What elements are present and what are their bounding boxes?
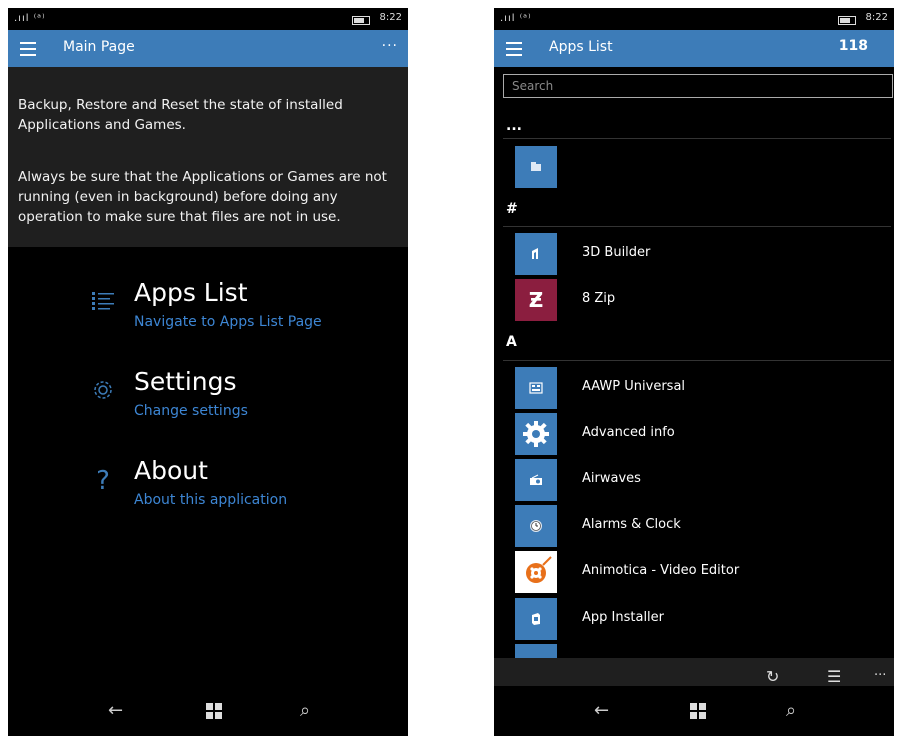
list-item[interactable]: Animotica - Video Editor [515,551,885,593]
windows-icon[interactable] [206,703,222,719]
divider [503,360,891,361]
app-name: 8 Zip [582,291,616,306]
page-title: Main Page [63,39,135,55]
main-page-screen: .ııl ⁽ᵃ⁾ 8:22 Main Page ··· Backup, Rest… [8,8,408,736]
status-bar: .ııl ⁽ᵃ⁾ 8:22 [8,8,408,30]
battery-icon [838,16,856,25]
app-name: AAWP Universal [582,379,686,394]
battery-icon [352,16,370,25]
list-item[interactable]: App Installer [515,598,885,640]
settings-title: Settings [134,367,237,396]
info-text-1: Backup, Restore and Reset the state of i… [18,97,343,133]
list-item[interactable]: Advanced info [515,413,885,455]
search-input[interactable]: Search [503,74,893,98]
group-header-hash[interactable]: # [506,201,886,217]
status-bar: .ııl ⁽ᵃ⁾ 8:22 [494,8,894,30]
apps-list-link[interactable]: Apps List Navigate to Apps List Page [88,278,388,338]
apps-list-title: Apps List [134,278,248,307]
list-item[interactable]: Ƶ 8 Zip [515,279,885,321]
settings-link[interactable]: Settings Change settings [88,367,388,427]
about-link[interactable]: ? About About this application [88,456,388,516]
gear-icon [88,377,118,407]
list-item[interactable]: Alarms & Clock [515,505,885,547]
app-name: 3D Builder [582,245,651,260]
list-item-partial [515,644,557,658]
group-header-dots[interactable]: ... [506,118,886,134]
status-time: 8:22 [379,12,402,23]
clock-icon [515,505,557,547]
question-icon: ? [96,466,110,496]
app-name: Advanced info [582,425,675,440]
page-title: Apps List [549,39,613,55]
system-nav-bar: ← ⌕ [494,686,894,736]
divider [503,138,891,139]
about-title: About [134,456,208,485]
app-name: App Installer [582,610,665,625]
settings-subtitle: Change settings [134,403,248,419]
more-button[interactable]: ··· [382,38,398,54]
gear-icon [515,413,557,455]
system-nav-bar: ← ⌕ [8,686,408,736]
apps-count: 118 [838,38,868,54]
film-reel-icon [515,551,557,593]
select-list-icon[interactable]: ☰ [827,667,841,686]
hamburger-menu-icon[interactable] [506,42,522,60]
apps-list-screen: .ııl ⁽ᵃ⁾ 8:22 Apps List 118 Search ... #… [494,8,894,736]
info-panel: Backup, Restore and Reset the state of i… [8,67,408,247]
back-icon[interactable]: ← [594,700,609,721]
list-item[interactable] [515,146,885,188]
aawp-icon [515,367,557,409]
signal-icon: .ııl ⁽ᵃ⁾ [500,13,532,24]
about-subtitle: About this application [134,492,288,508]
list-icon [88,288,118,318]
refresh-icon[interactable]: ↻ [766,667,779,686]
windows-icon[interactable] [690,703,706,719]
search-icon[interactable]: ⌕ [300,700,310,721]
search-icon[interactable]: ⌕ [786,700,796,721]
info-text-2: Always be sure that the Applications or … [18,169,387,225]
title-bar: Apps List 118 [494,30,894,67]
3d-builder-icon [515,233,557,275]
more-button[interactable]: ··· [874,668,886,683]
8zip-icon: Ƶ [515,279,557,321]
hamburger-menu-icon[interactable] [20,42,36,60]
signal-icon: .ııl ⁽ᵃ⁾ [14,13,46,24]
group-header-a[interactable]: A [506,334,886,350]
installer-icon [515,598,557,640]
app-tile-icon [515,146,557,188]
divider [503,226,891,227]
list-item[interactable]: 3D Builder [515,233,885,275]
title-bar: Main Page ··· [8,30,408,67]
app-name: Animotica - Video Editor [582,563,740,578]
apps-list-subtitle: Navigate to Apps List Page [134,314,322,330]
list-item[interactable]: Airwaves [515,459,885,501]
status-time: 8:22 [865,12,888,23]
radio-icon [515,459,557,501]
back-icon[interactable]: ← [108,700,123,721]
app-name: Airwaves [582,471,641,486]
app-name: Alarms & Clock [582,517,681,532]
list-item[interactable]: AAWP Universal [515,367,885,409]
